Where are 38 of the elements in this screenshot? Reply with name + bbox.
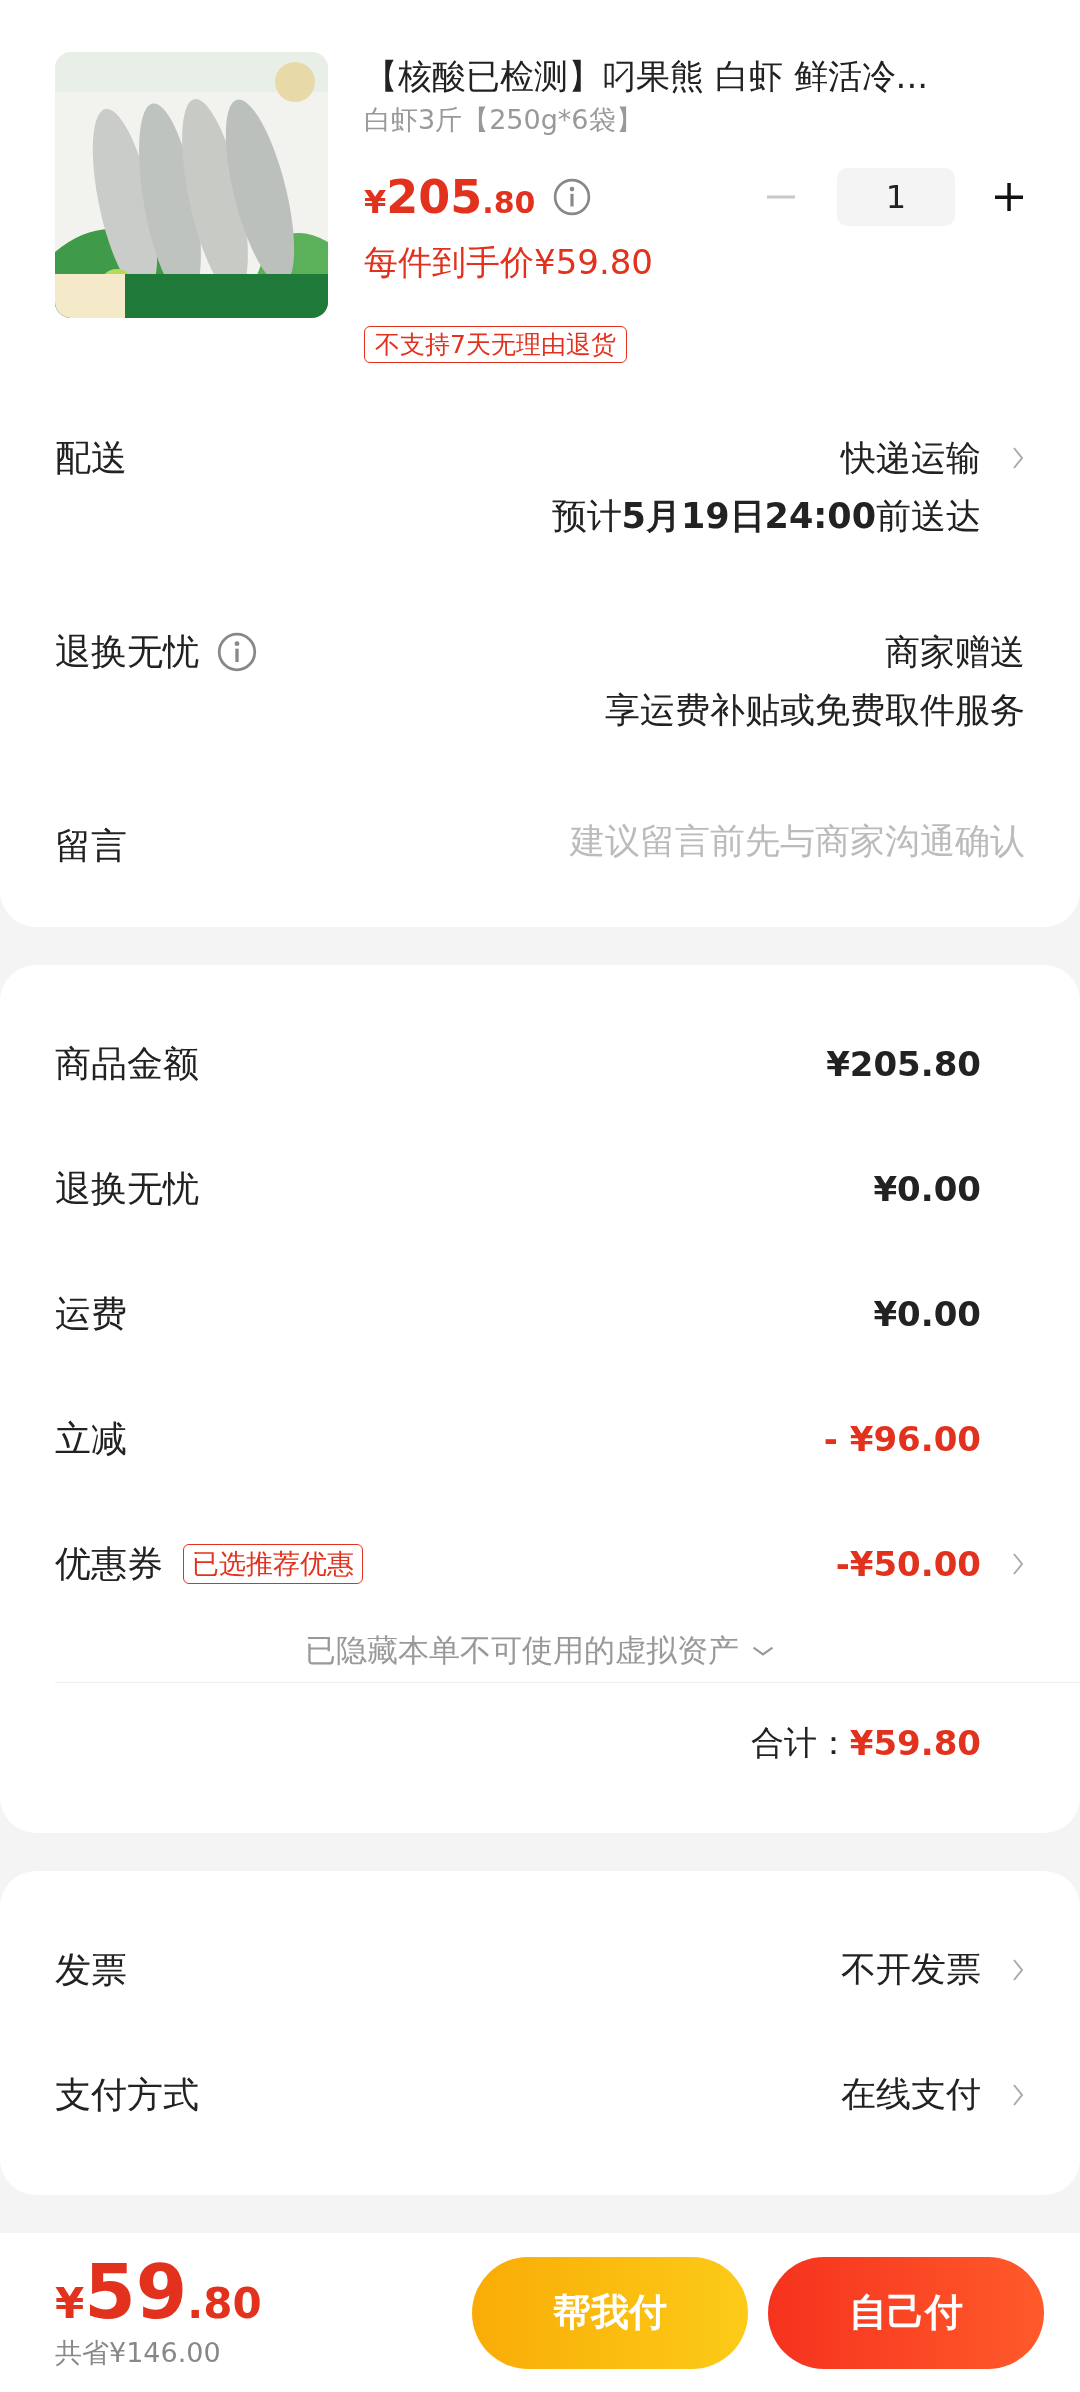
amount-value: - ¥96.00 — [823, 1418, 981, 1459]
row-label: 支付方式 — [55, 2072, 199, 2117]
return-policy-tag: 不支持7天无理由退货 — [364, 326, 627, 363]
row-value: 享运费补贴或免费取件服务 — [605, 689, 1025, 732]
quantity-field[interactable]: 1 — [837, 168, 955, 226]
option-value[interactable]: 不开发票 — [841, 1946, 981, 1993]
info-icon[interactable] — [217, 632, 257, 672]
row-label: 优惠券 — [55, 1541, 163, 1586]
total-label: 合计： — [750, 1721, 850, 1764]
amount-value: ¥205.80 — [826, 1043, 981, 1084]
info-icon[interactable] — [553, 178, 592, 216]
row-label: 配送 — [55, 436, 127, 480]
unit-price: 每件到手价¥59.80 — [364, 241, 654, 284]
row-value: 商家赠送 — [885, 631, 1025, 674]
row-label: 立减 — [55, 1416, 127, 1461]
total-value: ¥59.80 — [849, 1723, 981, 1763]
amount-value: -¥50.00 — [835, 1543, 981, 1584]
product-spec: 白虾3斤【250g*6袋】 — [364, 103, 644, 137]
row-label: 退换无忧 — [55, 1166, 199, 1211]
message-field[interactable]: 建议留言前先与商家沟通确认 — [465, 821, 1025, 861]
product-title: 【核酸已检测】叼果熊 白虾 鲜活冷... — [364, 55, 930, 98]
savings-text: 共省¥146.00 — [55, 2335, 222, 2370]
row-label: 发票 — [55, 1947, 127, 1992]
row-label: 运费 — [55, 1291, 127, 1336]
chevron-down-icon — [751, 1645, 775, 1657]
row-label: 商品金额 — [55, 1041, 199, 1086]
row-value: 快递运输 — [841, 437, 981, 480]
amount-value: ¥0.00 — [873, 1168, 981, 1209]
row-label: 留言 — [55, 824, 127, 868]
plus-icon[interactable] — [993, 181, 1025, 213]
coupon-tag: 已选推荐优惠 — [183, 1543, 363, 1584]
option-value[interactable]: 在线支付 — [841, 2071, 981, 2118]
product-price: ¥205.80 — [364, 170, 536, 224]
row-value: 预计5月19日24:00前送达 — [551, 495, 981, 538]
row-label: 退换无忧 — [55, 630, 199, 674]
pay-button[interactable]: 自己付 — [768, 2256, 1044, 2369]
total-price: ¥59.80 — [55, 2254, 262, 2329]
amount-value: ¥0.00 — [873, 1293, 981, 1334]
